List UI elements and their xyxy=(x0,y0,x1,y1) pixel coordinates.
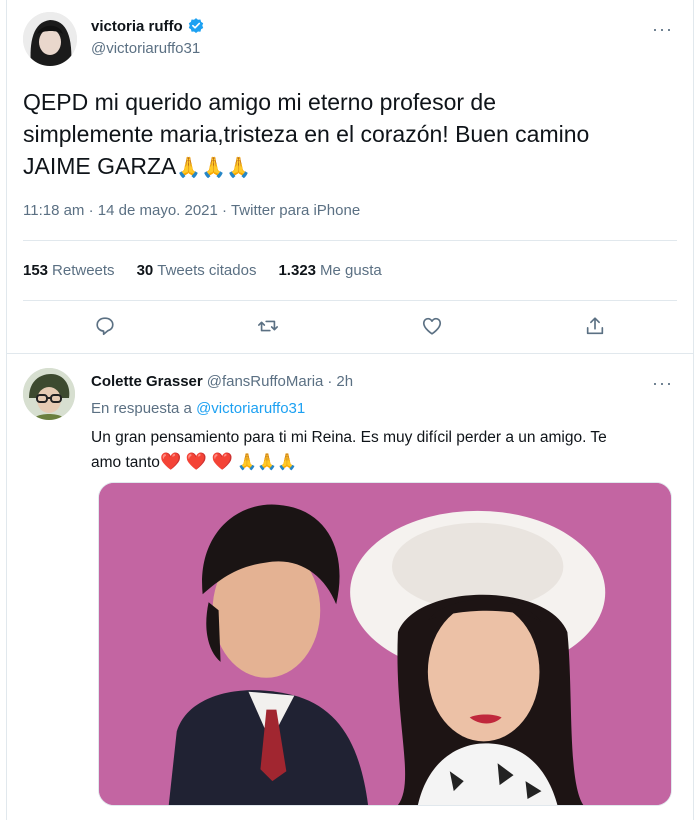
tweet-text-mention: JAIME GARZA xyxy=(23,153,177,179)
retweets-label: Retweets xyxy=(52,262,115,279)
divider xyxy=(23,300,677,301)
quotes-count: 30 xyxy=(136,262,154,279)
likes-stat[interactable]: 1.323 Me gusta xyxy=(278,262,381,279)
reply-author-name[interactable]: Colette Grasser xyxy=(91,373,203,390)
author-display-name[interactable]: victoria ruffo xyxy=(91,18,183,35)
tweet-time-link[interactable]: 11:18 am · 14 de mayo. 2021 xyxy=(23,202,218,219)
reply-author-handle[interactable]: @fansRuffoMaria xyxy=(207,373,324,390)
tweet-text-line: simplemente maria,tristeza en el corazón… xyxy=(23,121,590,147)
tweet-source-link[interactable]: Twitter para iPhone xyxy=(231,202,360,219)
heart-icon xyxy=(422,317,441,335)
tweet-text: QEPD mi querido amigo mi eterno profesor… xyxy=(23,86,673,184)
reply-time[interactable]: 2h xyxy=(336,373,353,390)
divider xyxy=(7,353,693,354)
verified-badge-icon xyxy=(187,17,205,35)
reply-icon xyxy=(96,317,114,336)
author-name-row: victoria ruffo xyxy=(91,17,205,35)
more-options-icon[interactable]: ··· xyxy=(652,374,673,392)
reply-photo[interactable] xyxy=(98,482,672,806)
reply-text-fragment: amo tanto xyxy=(91,454,160,471)
praying-hands-emoji: 🙏🙏🙏 xyxy=(176,157,252,179)
reply-tweet[interactable]: Colette Grasser @fansRuffoMaria · 2h ···… xyxy=(23,364,677,820)
tweet-date: 14 de mayo. 2021 xyxy=(97,202,218,219)
retweets-count: 153 xyxy=(23,262,49,279)
divider xyxy=(23,240,677,241)
tweet-text-line: QEPD mi querido amigo mi eterno profesor… xyxy=(23,89,496,115)
replying-to: En respuesta a @victoriaruffo31 xyxy=(91,400,305,417)
reply-text: Un gran pensamiento para ti mi Reina. Es… xyxy=(91,426,671,475)
reply-header: Colette Grasser @fansRuffoMaria · 2h xyxy=(91,373,353,390)
red-hearts-emoji: ❤️ ❤️ ❤️ xyxy=(159,452,233,471)
quotes-label: Tweets citados xyxy=(157,262,257,279)
reply-text-line: amo tanto❤️ ❤️ ❤️ 🙏🙏🙏 xyxy=(91,450,671,475)
praying-hands-emoji: 🙏🙏🙏 xyxy=(237,454,297,471)
retweet-button[interactable] xyxy=(248,306,288,346)
likes-label: Me gusta xyxy=(320,262,382,279)
separator-dot: · xyxy=(327,373,333,390)
tweet-meta: 11:18 am · 14 de mayo. 2021 · Twitter pa… xyxy=(23,202,361,219)
main-tweet-header: victoria ruffo @victoriaruffo31 ··· xyxy=(23,10,677,70)
share-icon xyxy=(587,317,604,335)
more-options-icon[interactable]: ··· xyxy=(652,20,673,38)
tweet-page: victoria ruffo @victoriaruffo31 ··· QEPD… xyxy=(6,0,694,820)
tweet-stats: 153 Retweets 30 Tweets citados 1.323 Me gus… xyxy=(23,262,382,279)
tweet-time: 11:18 am xyxy=(23,202,85,219)
reply-button[interactable] xyxy=(85,306,125,346)
likes-count: 1.323 xyxy=(278,262,317,279)
quotes-stat[interactable]: 30 Tweets citados xyxy=(137,262,257,279)
like-button[interactable] xyxy=(412,306,452,346)
replying-to-label: En respuesta a xyxy=(91,400,192,417)
reply-text-line: Un gran pensamiento para ti mi Reina. Es… xyxy=(91,429,607,446)
avatar[interactable] xyxy=(23,12,77,66)
tweet-text-line: JAIME GARZA🙏🙏🙏 xyxy=(23,150,673,184)
share-button[interactable] xyxy=(575,306,615,346)
author-handle[interactable]: @victoriaruffo31 xyxy=(91,40,200,57)
replying-to-mention[interactable]: @victoriaruffo31 xyxy=(196,400,305,417)
avatar[interactable] xyxy=(23,368,75,420)
retweets-stat[interactable]: 153 Retweets xyxy=(23,262,115,279)
retweet-icon xyxy=(258,320,279,332)
tweet-actions xyxy=(23,306,677,346)
